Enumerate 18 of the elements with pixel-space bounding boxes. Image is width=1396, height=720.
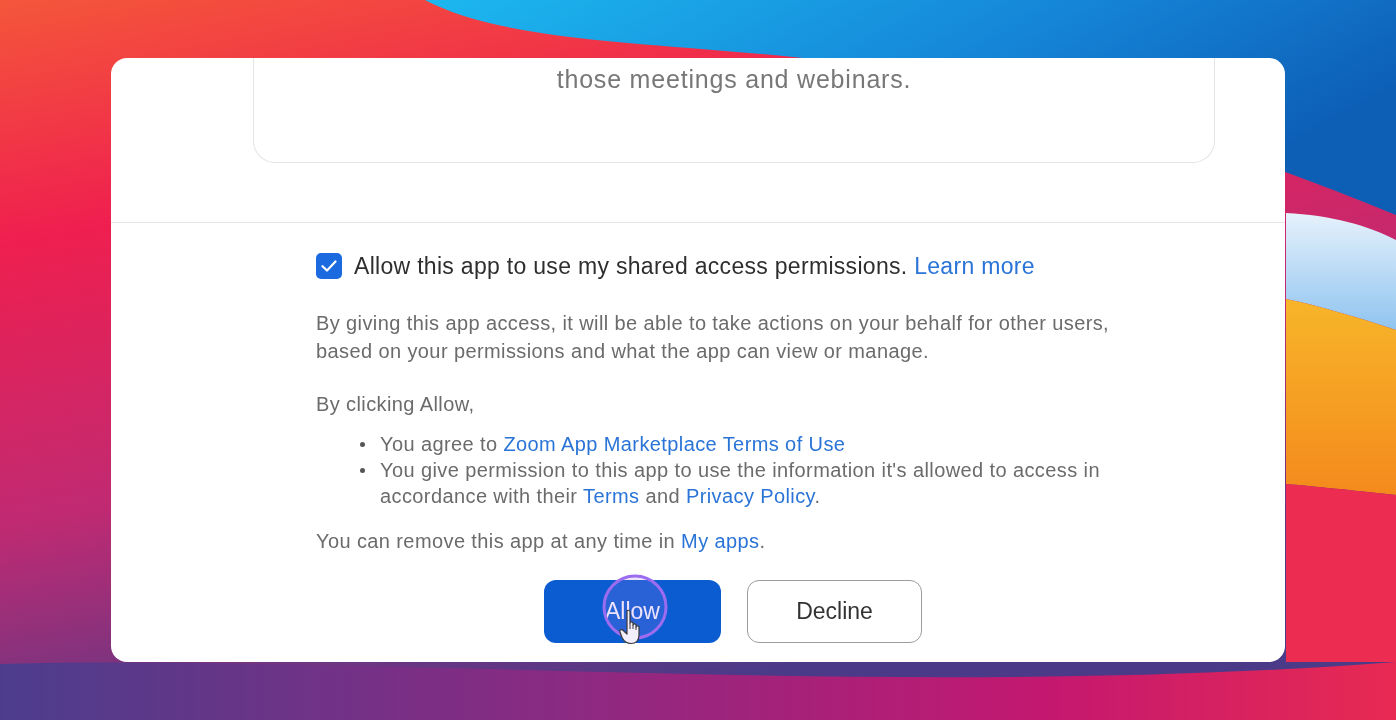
checkbox[interactable] [316, 253, 342, 279]
terms-link[interactable]: Zoom App Marketplace Terms of Use [503, 433, 846, 455]
explanation-text: By giving this app access, it will be able to take actions on your behalf for other users, based on your permissions and what the app can view or manage. [316, 311, 1111, 364]
description-text: those meetings and webinars. [556, 64, 912, 95]
bullet-icon [360, 442, 365, 447]
removal-note-text: You can remove this app at any time in My apps. [316, 529, 767, 554]
checkbox-label: Allow this app to use my shared access permissions. Learn more [354, 252, 1035, 280]
agreement-intro-text: By clicking Allow, [316, 392, 476, 417]
list-item-text: You agree to Zoom App Marketplace Terms of Use [380, 432, 847, 457]
my-apps-link[interactable]: My apps [681, 530, 760, 552]
click-ring-icon [602, 574, 668, 640]
bullet-icon [360, 468, 365, 473]
list-item-text: You give permission to this app to use the information it's allowed to access in accordance with their Terms and Privacy Policy. [380, 458, 1101, 509]
terms-link[interactable]: Terms [583, 485, 640, 507]
checkmark-icon [321, 260, 337, 272]
terms-link[interactable]: Privacy Policy [685, 485, 815, 507]
learn-more-link[interactable]: Learn more [914, 253, 1035, 279]
decline-button[interactable]: Decline [747, 580, 922, 643]
